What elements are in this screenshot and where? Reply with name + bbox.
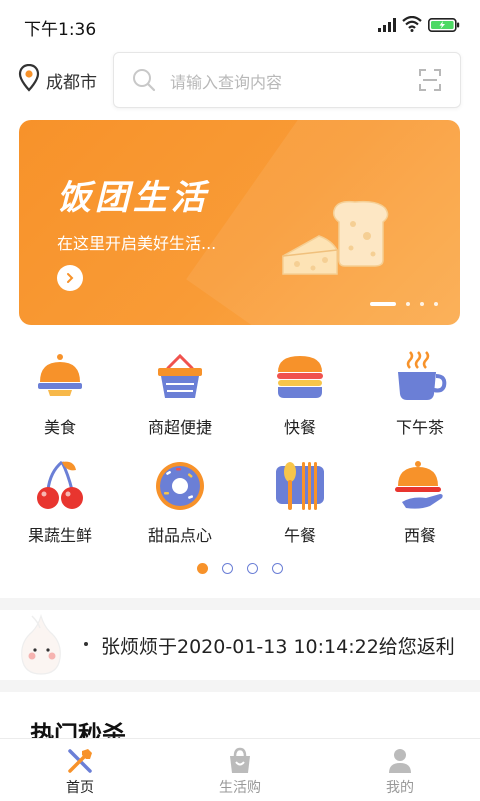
category-dessert[interactable]: 甜品点心 <box>120 458 240 558</box>
category-label: 下午茶 <box>395 418 444 437</box>
category-label: 快餐 <box>283 418 316 437</box>
search-icon <box>132 68 156 96</box>
banner-subtitle: 在这里开启美好生活... <box>57 234 217 253</box>
bread-cheese-icon <box>279 200 399 284</box>
pager-dot-active[interactable] <box>197 563 208 574</box>
utensils-icon <box>272 458 328 514</box>
shopping-bag-icon <box>226 747 254 775</box>
banner-dot <box>406 302 410 306</box>
banner-title: 饭团生活 <box>57 178 209 218</box>
category-label: 美食 <box>43 418 76 437</box>
category-supermarket[interactable]: 商超便捷 <box>120 350 240 450</box>
donut-icon <box>152 458 208 514</box>
category-lunch[interactable]: 午餐 <box>240 458 360 558</box>
tab-life-shopping[interactable]: 生活购 <box>160 739 320 801</box>
category-label: 西餐 <box>403 526 436 545</box>
location-selector[interactable]: 成都市 <box>18 63 97 96</box>
tab-home[interactable]: 首页 <box>0 739 160 801</box>
cherry-icon <box>32 458 88 514</box>
banner-dot <box>434 302 438 306</box>
food-cloche-icon <box>32 350 88 406</box>
pager-dot[interactable] <box>247 563 258 574</box>
banner-arrow-button[interactable] <box>57 265 83 291</box>
category-label: 午餐 <box>283 526 316 545</box>
mascot-icon <box>18 612 64 682</box>
home-utensils-icon <box>66 747 94 775</box>
user-icon <box>386 747 414 775</box>
bottom-tab-bar: 首页 生活购 我的 <box>0 738 480 801</box>
section-divider <box>0 598 480 610</box>
banner-pagination <box>360 302 438 306</box>
basket-icon <box>152 350 208 406</box>
category-label: 果蔬生鲜 <box>27 526 92 545</box>
scan-icon[interactable] <box>418 68 442 96</box>
category-label: 甜品点心 <box>147 526 212 545</box>
tab-mine[interactable]: 我的 <box>320 739 480 801</box>
category-food[interactable]: 美食 <box>0 350 120 450</box>
burger-icon <box>272 350 328 406</box>
tab-label: 首页 <box>66 780 94 796</box>
search-input[interactable]: 请输入查询内容 <box>170 69 282 93</box>
notice-ticker[interactable]: 张烦烦于2020-01-13 10:14:22给您返利 <box>0 610 480 680</box>
section-divider <box>0 680 480 692</box>
coffee-cup-icon <box>392 350 448 406</box>
category-afternoon-tea[interactable]: 下午茶 <box>360 350 480 450</box>
category-pagination <box>0 563 480 574</box>
status-bar: 下午1:36 <box>0 0 480 50</box>
location-pin-icon <box>18 63 40 96</box>
pager-dot[interactable] <box>272 563 283 574</box>
tab-label: 我的 <box>386 780 414 796</box>
promo-banner[interactable]: 饭团生活 在这里开启美好生活... <box>19 120 460 325</box>
notice-bullet <box>84 642 88 646</box>
city-label: 成都市 <box>46 72 97 93</box>
category-western[interactable]: 西餐 <box>360 458 480 558</box>
category-label: 商超便捷 <box>147 418 212 437</box>
notice-text: 张烦烦于2020-01-13 10:14:22给您返利 <box>101 636 455 658</box>
banner-dot-active <box>370 302 396 306</box>
chevron-right-icon <box>67 273 74 283</box>
pager-dot[interactable] <box>222 563 233 574</box>
serving-tray-icon <box>392 458 448 514</box>
category-fastfood[interactable]: 快餐 <box>240 350 360 450</box>
tab-label: 生活购 <box>219 780 261 796</box>
banner-dot <box>420 302 424 306</box>
status-time: 下午1:36 <box>24 20 97 40</box>
search-bar[interactable]: 请输入查询内容 <box>113 52 461 108</box>
category-fruit-veg[interactable]: 果蔬生鲜 <box>0 458 120 558</box>
signal-icon <box>378 17 396 36</box>
battery-icon <box>428 17 460 36</box>
wifi-icon <box>402 15 422 36</box>
